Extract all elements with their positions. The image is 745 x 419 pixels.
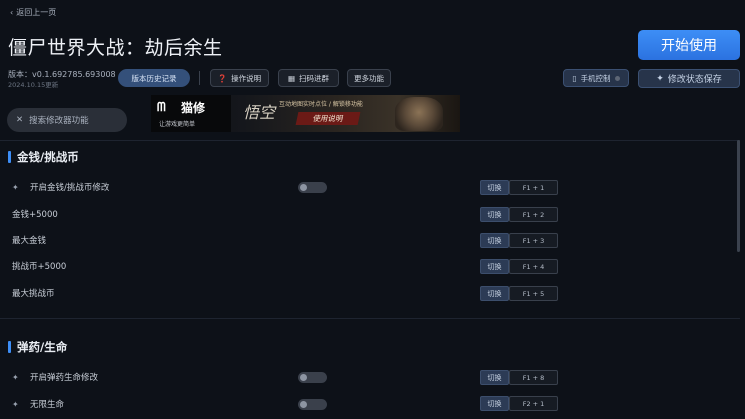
more-features-button[interactable]: 更多功能 bbox=[347, 69, 391, 87]
phone-control-label: 手机控制 bbox=[580, 73, 611, 83]
switch-button[interactable]: 切换 bbox=[480, 396, 509, 411]
version-history-button[interactable]: 版本历史记录 bbox=[118, 69, 190, 87]
search-placeholder: 搜索修改器功能 bbox=[29, 116, 89, 126]
section-accent-bar bbox=[8, 341, 11, 353]
switch-button[interactable]: 切换 bbox=[480, 180, 509, 195]
banner-calligraphy: 悟空 bbox=[243, 103, 276, 122]
toggle-knob bbox=[300, 374, 307, 381]
instructions-button[interactable]: ❓ 操作说明 bbox=[210, 69, 269, 87]
qr-code-icon: ▦ bbox=[287, 73, 296, 83]
section-title-ammo: 弹药/生命 bbox=[8, 339, 67, 355]
list-item: 最大挑战币 bbox=[12, 287, 55, 299]
save-state-button[interactable]: ✦ 修改状态保存 bbox=[638, 69, 740, 88]
list-item: 金钱+5000 bbox=[12, 208, 58, 220]
save-state-label: 修改状态保存 bbox=[667, 75, 722, 85]
feature-label: 无限生命 bbox=[30, 400, 65, 410]
feature-label: 最大金钱 bbox=[12, 236, 47, 246]
phone-icon: ▯ bbox=[572, 73, 577, 83]
list-item: ✦ 开启弹药生命修改 bbox=[12, 371, 99, 384]
hotkey-field[interactable]: F1 + 2 bbox=[509, 207, 558, 222]
instructions-label: 操作说明 bbox=[231, 73, 262, 83]
hotkey-field[interactable]: F1 + 8 bbox=[509, 370, 558, 385]
scan-group-label: 扫码进群 bbox=[299, 73, 330, 83]
section-title-label: 弹药/生命 bbox=[17, 340, 68, 354]
sparkle-icon: ✦ bbox=[12, 372, 19, 382]
back-link[interactable]: ‹ 返回上一页 bbox=[10, 7, 56, 18]
toggle-knob bbox=[300, 401, 307, 408]
feature-label: 金钱+5000 bbox=[12, 210, 58, 220]
version-info: 版本：v0.1.692785.693008 2024.10.15更新 bbox=[8, 70, 116, 90]
infinite-health-toggle[interactable] bbox=[298, 399, 327, 410]
hotkey-field[interactable]: F1 + 1 bbox=[509, 180, 558, 195]
section-accent-bar bbox=[8, 151, 11, 163]
chevron-left-icon: ‹ bbox=[10, 8, 14, 17]
money-mod-toggle[interactable] bbox=[298, 182, 327, 193]
scrollbar[interactable] bbox=[737, 140, 740, 252]
sparkle-icon: ✦ bbox=[656, 73, 664, 84]
search-input[interactable]: ✕ 搜索修改器功能 bbox=[7, 108, 127, 132]
ammo-mod-toggle[interactable] bbox=[298, 372, 327, 383]
close-icon: ✕ bbox=[16, 115, 24, 125]
page-title: 僵尸世界大战：劫后余生 bbox=[8, 37, 223, 59]
list-item: ✦ 无限生命 bbox=[12, 398, 65, 411]
sparkle-icon: ✦ bbox=[12, 399, 19, 409]
phone-control-button[interactable]: ▯ 手机控制 bbox=[563, 69, 629, 87]
sparkle-icon: ✦ bbox=[12, 182, 19, 192]
switch-button[interactable]: 切换 bbox=[480, 370, 509, 385]
section-title-money: 金钱/挑战币 bbox=[8, 149, 79, 165]
start-button[interactable]: 开始使用 bbox=[638, 30, 740, 60]
switch-button[interactable]: 切换 bbox=[480, 207, 509, 222]
back-link-label: 返回上一页 bbox=[16, 8, 57, 17]
list-item: ✦ 开启金钱/挑战币修改 bbox=[12, 181, 110, 194]
hotkey-field[interactable]: F1 + 4 bbox=[509, 259, 558, 274]
switch-button[interactable]: 切换 bbox=[480, 286, 509, 301]
list-item: 挑战币+5000 bbox=[12, 260, 66, 272]
switch-button[interactable]: 切换 bbox=[480, 233, 509, 248]
feature-label: 最大挑战币 bbox=[12, 289, 55, 299]
hotkey-field[interactable]: F2 + 1 bbox=[509, 396, 558, 411]
update-date: 2024.10.15更新 bbox=[8, 81, 59, 89]
switch-button[interactable]: 切换 bbox=[480, 259, 509, 274]
banner-usage-button[interactable]: 使用说明 bbox=[295, 112, 361, 125]
banner-tagline: 让游戏更简单 bbox=[159, 121, 196, 128]
version-text: 版本：v0.1.692785.693008 bbox=[8, 70, 116, 79]
list-item: 最大金钱 bbox=[12, 234, 46, 246]
toolbar-divider bbox=[199, 71, 200, 85]
divider bbox=[0, 318, 740, 319]
monkey-king-image bbox=[395, 97, 443, 131]
hotkey-field[interactable]: F1 + 5 bbox=[509, 286, 558, 301]
divider bbox=[0, 140, 740, 141]
scan-group-button[interactable]: ▦ 扫码进群 bbox=[278, 69, 339, 87]
banner-brand: 猫修 bbox=[181, 101, 206, 115]
section-title-label: 金钱/挑战币 bbox=[17, 150, 79, 164]
feature-label: 开启弹药生命修改 bbox=[30, 373, 99, 383]
help-icon: ❓ bbox=[217, 73, 228, 83]
cat-logo-icon: ᗰ bbox=[157, 100, 166, 114]
hotkey-field[interactable]: F1 + 3 bbox=[509, 233, 558, 248]
feature-label: 开启金钱/挑战币修改 bbox=[30, 183, 110, 193]
status-dot bbox=[614, 75, 620, 81]
banner-caption: 互动地图实时点位 / 解锁移功能 bbox=[279, 101, 363, 108]
toggle-knob bbox=[300, 184, 307, 191]
promo-banner[interactable]: ᗰ 猫修 让游戏更简单 悟空 互动地图实时点位 / 解锁移功能 使用说明 bbox=[151, 95, 460, 132]
feature-label: 挑战币+5000 bbox=[12, 262, 67, 272]
banner-logo-area: ᗰ 猫修 让游戏更简单 bbox=[151, 95, 231, 132]
